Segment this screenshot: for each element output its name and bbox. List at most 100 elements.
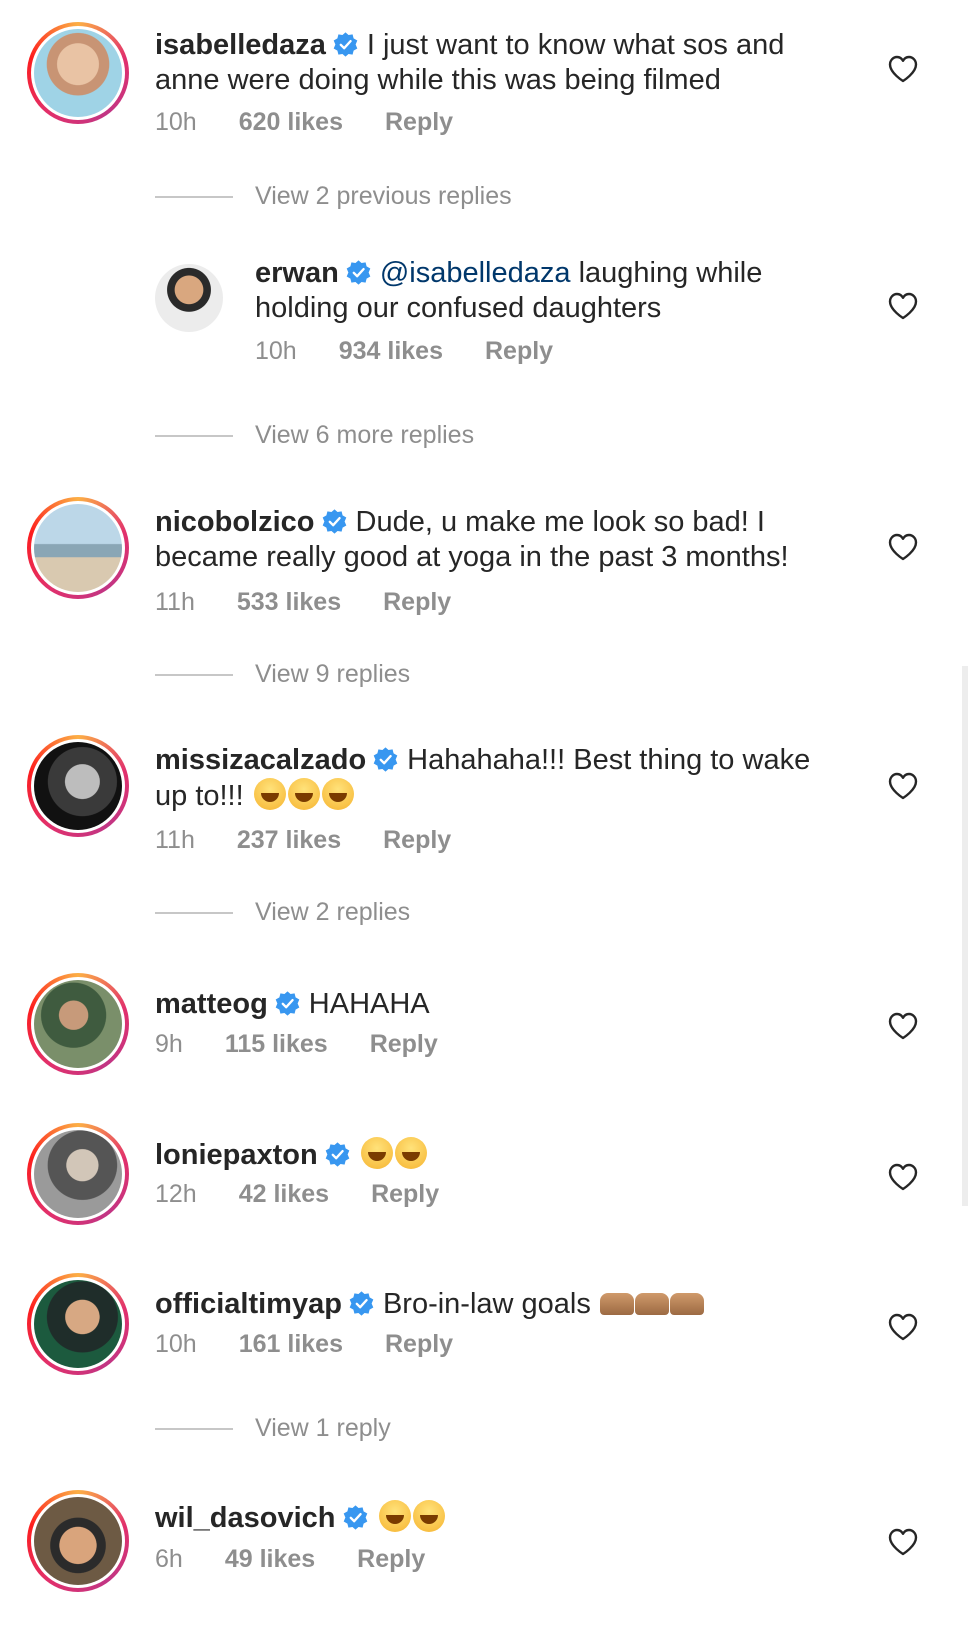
avatar[interactable]: [34, 1280, 122, 1368]
username[interactable]: wil_dasovich: [155, 1502, 336, 1534]
avatar-ring[interactable]: [27, 497, 129, 599]
heart-icon[interactable]: [887, 532, 919, 562]
avatar[interactable]: [34, 980, 122, 1068]
view-replies-link[interactable]: View 9 replies: [155, 660, 410, 689]
timestamp: 6h: [155, 1545, 183, 1573]
heart-icon[interactable]: [887, 771, 919, 801]
comment-text: erwan @isabelledaza laughing while holdin…: [255, 256, 855, 326]
reply-button[interactable]: Reply: [385, 1330, 453, 1358]
avatar-ring[interactable]: [27, 1273, 129, 1375]
timestamp: 10h: [155, 108, 197, 136]
verified-badge-icon: [324, 1141, 351, 1168]
view-replies-label: View 9 replies: [255, 660, 411, 688]
likes-count[interactable]: 115 likes: [225, 1030, 328, 1058]
reply-button[interactable]: Reply: [383, 826, 451, 854]
laughing-emoji-icon: [394, 1137, 427, 1169]
avatar[interactable]: [34, 29, 122, 117]
divider-line: [155, 674, 233, 677]
verified-badge-icon: [274, 990, 301, 1017]
timestamp: 9h: [155, 1030, 183, 1058]
view-replies-link[interactable]: View 2 replies: [155, 898, 410, 927]
comment-body: HAHAHA: [308, 988, 430, 1020]
mention-link[interactable]: @isabelledaza: [380, 257, 571, 289]
comment-meta: 12h 42 likes Reply: [155, 1180, 481, 1209]
timestamp: 11h: [155, 588, 195, 616]
comment-meta: 10h 934 likes Reply: [255, 337, 595, 366]
divider-line: [155, 1428, 233, 1431]
view-replies-label: View 2 previous replies: [255, 182, 512, 210]
comment-meta: 11h 237 likes Reply: [155, 826, 493, 855]
heart-icon[interactable]: [887, 54, 919, 84]
verified-badge-icon: [332, 31, 359, 58]
view-replies-label: View 2 replies: [255, 898, 411, 926]
timestamp: 10h: [255, 337, 297, 365]
heart-icon[interactable]: [887, 1312, 919, 1342]
comment-meta: 10h 161 likes Reply: [155, 1330, 495, 1359]
username[interactable]: missizacalzado: [155, 744, 366, 776]
likes-count[interactable]: 533 likes: [237, 588, 341, 616]
username[interactable]: officialtimyap: [155, 1288, 342, 1320]
clapping-hands-icon: [669, 1293, 704, 1315]
avatar-ring[interactable]: [27, 735, 129, 837]
view-replies-label: View 6 more replies: [255, 421, 475, 449]
username[interactable]: isabelledaza: [155, 29, 326, 61]
scrollbar[interactable]: [962, 666, 968, 1206]
comment-text: isabelledaza I just want to know what sos…: [155, 28, 845, 98]
comment-body: Bro-in-law goals: [382, 1288, 591, 1320]
reply-button[interactable]: Reply: [383, 588, 451, 616]
comment-meta: 11h 533 likes Reply: [155, 588, 493, 617]
username[interactable]: loniepaxton: [155, 1139, 318, 1171]
reply-button[interactable]: Reply: [485, 337, 553, 365]
comment-text: loniepaxton: [155, 1137, 845, 1173]
avatar[interactable]: [34, 1130, 122, 1218]
avatar[interactable]: [155, 264, 223, 332]
clapping-hands-icon: [599, 1293, 634, 1315]
avatar-ring[interactable]: [27, 973, 129, 1075]
avatar[interactable]: [34, 742, 122, 830]
view-replies-link[interactable]: View 2 previous replies: [155, 182, 512, 211]
likes-count[interactable]: 161 likes: [239, 1330, 343, 1358]
laughing-emoji-icon: [253, 778, 286, 810]
clapping-hands-icon: [634, 1293, 669, 1315]
reply-button[interactable]: Reply: [385, 108, 453, 136]
comment-text: nicobolzico Dude, u make me look so bad! …: [155, 505, 845, 575]
likes-count[interactable]: 42 likes: [239, 1180, 329, 1208]
reply-button[interactable]: Reply: [370, 1030, 438, 1058]
reply-button[interactable]: Reply: [371, 1180, 439, 1208]
heart-icon[interactable]: [887, 291, 919, 321]
heart-icon[interactable]: [887, 1162, 919, 1192]
likes-count[interactable]: 237 likes: [237, 826, 341, 854]
heart-icon[interactable]: [887, 1527, 919, 1557]
comment-text: officialtimyap Bro-in-law goals: [155, 1287, 845, 1322]
comment-text: matteog HAHAHA: [155, 987, 845, 1022]
laughing-emoji-icon: [360, 1137, 393, 1169]
reply-button[interactable]: Reply: [357, 1545, 425, 1573]
avatar[interactable]: [34, 1497, 122, 1585]
username[interactable]: nicobolzico: [155, 506, 315, 538]
timestamp: 11h: [155, 826, 195, 854]
verified-badge-icon: [372, 746, 399, 773]
verified-badge-icon: [345, 259, 372, 286]
comment-meta: 10h 620 likes Reply: [155, 108, 495, 137]
divider-line: [155, 435, 233, 438]
comment-meta: 9h 115 likes Reply: [155, 1030, 480, 1059]
avatar-ring[interactable]: [27, 22, 129, 124]
laughing-emoji-icon: [378, 1500, 411, 1532]
username[interactable]: matteog: [155, 988, 268, 1020]
laughing-emoji-icon: [287, 778, 320, 810]
heart-icon[interactable]: [887, 1011, 919, 1041]
timestamp: 10h: [155, 1330, 197, 1358]
divider-line: [155, 912, 233, 915]
timestamp: 12h: [155, 1180, 197, 1208]
likes-count[interactable]: 49 likes: [225, 1545, 315, 1573]
likes-count[interactable]: 934 likes: [339, 337, 443, 365]
avatar[interactable]: [34, 504, 122, 592]
avatar-ring[interactable]: [27, 1490, 129, 1592]
view-replies-link[interactable]: View 6 more replies: [155, 421, 474, 450]
username[interactable]: erwan: [255, 257, 339, 289]
avatar-ring[interactable]: [27, 1123, 129, 1225]
comment-meta: 6h 49 likes Reply: [155, 1545, 467, 1574]
view-replies-link[interactable]: View 1 reply: [155, 1414, 391, 1443]
laughing-emoji-icon: [321, 778, 354, 810]
likes-count[interactable]: 620 likes: [239, 108, 343, 136]
